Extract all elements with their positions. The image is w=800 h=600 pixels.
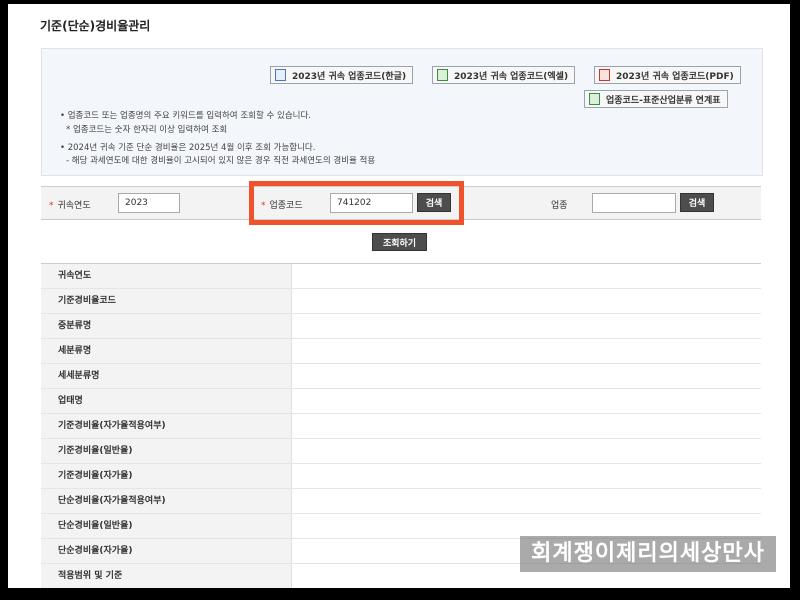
industry-name-input[interactable] — [592, 193, 676, 213]
result-row-header: 기준경비율(일반율) — [41, 439, 292, 463]
note-keyword: • 업종코드 또는 업종명의 주요 키워드를 입력하여 조회할 수 있습니다. — [60, 111, 311, 121]
excel-file-icon — [437, 69, 448, 81]
result-row-header: 세분류명 — [41, 339, 292, 363]
note-year-sub: - 해당 과세연도에 대한 경비율이 고시되어 있지 않은 경우 직전 과세연도… — [66, 156, 376, 166]
page: 기준(단순)경비율관리 2023년 귀속 업종코드(한글) 2023년 귀속 업… — [8, 4, 790, 588]
query-button[interactable]: 조회하기 — [372, 233, 427, 251]
industry-label: 업종 — [551, 201, 568, 211]
result-row-header: 단순경비율(자가율) — [41, 539, 292, 563]
result-row: 기준경비율코드 — [41, 289, 761, 314]
page-title: 기준(단순)경비율관리 — [40, 19, 151, 33]
hwp-file-icon — [275, 69, 286, 81]
year-input[interactable] — [118, 193, 180, 213]
download-hangul-label: 2023년 귀속 업종코드(한글) — [292, 71, 407, 82]
excel-file-icon — [589, 93, 600, 105]
result-row: 세분류명 — [41, 339, 761, 364]
required-mark: * — [49, 201, 54, 211]
code-label: * 업종코드 — [261, 198, 303, 211]
download-link-table-label: 업종코드-표준산업분류 연계표 — [606, 95, 721, 106]
watermark: 회계쟁이제리의세상만사 — [520, 536, 776, 572]
result-row-header: 단순경비율(일반율) — [41, 514, 292, 538]
search-bar: *귀속연도 *업종코드 검색 업종 검색 — [41, 186, 761, 220]
industry-code-input[interactable] — [330, 193, 413, 213]
download-excel-label: 2023년 귀속 업종코드(엑셀) — [454, 71, 569, 82]
year-label-text: 귀속연도 — [57, 201, 91, 211]
result-row: 중분류명 — [41, 314, 761, 339]
result-row-header: 귀속연도 — [41, 264, 292, 288]
download-excel-button[interactable]: 2023년 귀속 업종코드(엑셀) — [432, 66, 576, 84]
note-keyword-sub: * 업종코드는 숫자 한자리 이상 입력하여 조회 — [66, 125, 228, 135]
info-box: 2023년 귀속 업종코드(한글) 2023년 귀속 업종코드(엑셀) 2023… — [41, 48, 763, 176]
result-row-header: 세세분류명 — [41, 364, 292, 388]
result-row: 기준경비율(일반율) — [41, 439, 761, 464]
result-row: 단순경비율(자가율적용여부) — [41, 489, 761, 514]
result-row-header: 단순경비율(자가율적용여부) — [41, 489, 292, 513]
note-year: • 2024년 귀속 기준 단순 경비율은 2025년 4월 이후 조회 가능합… — [60, 143, 316, 153]
download-hangul-button[interactable]: 2023년 귀속 업종코드(한글) — [270, 66, 414, 84]
result-row-header: 기준경비율(자가율) — [41, 464, 292, 488]
code-search-button[interactable]: 검색 — [417, 193, 451, 212]
download-pdf-label: 2023년 귀속 업종코드(PDF) — [616, 71, 734, 82]
code-label-text: 업종코드 — [269, 201, 303, 211]
result-row-header: 기준경비율코드 — [41, 289, 292, 313]
result-row: 기준경비율(자가율적용여부) — [41, 414, 761, 439]
result-row-header: 업태명 — [41, 389, 292, 413]
required-mark: * — [261, 201, 266, 211]
result-row-header: 기준경비율(자가율적용여부) — [41, 414, 292, 438]
result-row: 업태명 — [41, 389, 761, 414]
download-link-table-button[interactable]: 업종코드-표준산업분류 연계표 — [584, 90, 728, 108]
result-row: 세세분류명 — [41, 364, 761, 389]
year-label: * 귀속연도 — [49, 198, 91, 211]
result-row-header: 적용범위 및 기준 — [41, 564, 292, 588]
result-row-header: 중분류명 — [41, 314, 292, 338]
pdf-file-icon — [599, 69, 610, 81]
result-row: 기준경비율(자가율) — [41, 464, 761, 489]
result-row: 귀속연도 — [41, 264, 761, 289]
industry-search-button[interactable]: 검색 — [680, 193, 714, 212]
download-pdf-button[interactable]: 2023년 귀속 업종코드(PDF) — [594, 66, 741, 84]
